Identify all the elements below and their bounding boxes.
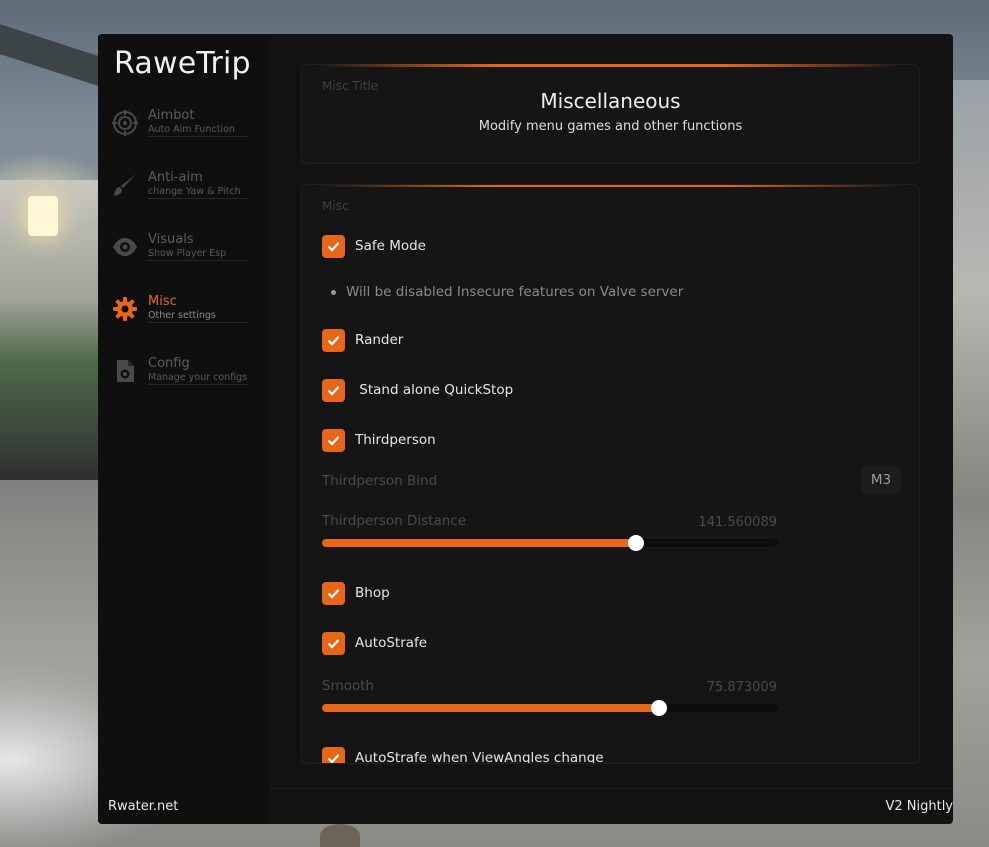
sidebar-item-sublabel: Show Player Esp — [148, 248, 248, 261]
rander-checkbox[interactable] — [322, 329, 345, 352]
thirdperson-bind-button[interactable]: M3 — [861, 466, 901, 494]
sidebar-item-label: Aimbot — [148, 108, 195, 123]
checkmark-icon — [327, 242, 340, 252]
sidebar: RaweTrip Aimbot Auto Aim Function Anti-a… — [98, 34, 270, 824]
menu-window: RaweTrip Aimbot Auto Aim Function Anti-a… — [98, 34, 953, 824]
thirdperson-distance-slider[interactable] — [322, 535, 778, 551]
thirdperson-distance-value: 141.560089 — [698, 515, 777, 530]
checkmark-icon — [327, 336, 340, 346]
sidebar-item-sublabel: Auto Aim Function — [148, 124, 248, 137]
footer-version: V2 Nightly — [885, 799, 953, 814]
slider-fill — [322, 539, 637, 547]
thirdperson-checkbox[interactable] — [322, 429, 345, 452]
slider-fill — [322, 704, 660, 712]
safe-mode-label: Safe Mode — [355, 238, 426, 254]
sidebar-item-aimbot[interactable]: Aimbot Auto Aim Function — [110, 104, 250, 144]
brand-logo: RaweTrip — [114, 46, 251, 81]
smooth-slider[interactable] — [322, 700, 778, 716]
brush-icon — [114, 174, 136, 196]
sidebar-item-visuals[interactable]: Visuals Show Player Esp — [110, 228, 250, 268]
checkmark-icon — [327, 754, 340, 763]
eye-icon — [113, 238, 137, 256]
safe-mode-info: Will be disabled Insecure features on Va… — [346, 284, 684, 300]
quickstop-label: Stand alone QuickStop — [355, 382, 514, 398]
sidebar-item-sublabel: Other settings — [148, 310, 248, 323]
thirdperson-bind-label: Thirdperson Bind — [322, 473, 438, 489]
sidebar-item-label: Config — [148, 356, 190, 371]
bhop-label: Bhop — [355, 585, 390, 601]
bullet-icon — [331, 290, 336, 295]
misc-settings-card: Misc Safe Mode Will be disabled Insecure… — [301, 184, 920, 764]
footer-divider — [270, 788, 953, 789]
quickstop-checkbox[interactable] — [322, 379, 345, 402]
card-accent-bar — [320, 185, 901, 187]
checkmark-icon — [327, 436, 340, 446]
checkmark-icon — [327, 639, 340, 649]
sidebar-item-config[interactable]: Config Manage your configs — [110, 352, 250, 392]
slider-handle[interactable] — [628, 535, 645, 551]
page-subtitle: Modify menu games and other functions — [478, 119, 743, 134]
thirdperson-label: Thirdperson — [355, 432, 436, 448]
sidebar-item-anti-aim[interactable]: Anti-aim change Yaw & Pitch — [110, 166, 250, 206]
autostrafe-viewangles-label: AutoStrafe when ViewAngles change — [355, 750, 604, 764]
safe-mode-checkbox[interactable] — [322, 235, 345, 258]
autostrafe-viewangles-checkbox[interactable] — [322, 747, 345, 763]
autostrafe-checkbox[interactable] — [322, 632, 345, 655]
smooth-label: Smooth — [322, 678, 375, 694]
checkmark-icon — [327, 386, 340, 396]
sidebar-item-label: Visuals — [148, 232, 194, 247]
smooth-value: 75.873009 — [706, 680, 777, 695]
sidebar-item-label: Anti-aim — [148, 170, 203, 185]
thirdperson-distance-label: Thirdperson Distance — [322, 513, 467, 529]
card-accent-bar — [320, 64, 901, 67]
rander-label: Rander — [355, 332, 404, 348]
autostrafe-label: AutoStrafe — [355, 635, 428, 651]
bhop-checkbox[interactable] — [322, 582, 345, 605]
card-label: Misc — [322, 199, 349, 213]
sidebar-item-sublabel: Manage your configs — [148, 372, 248, 385]
sidebar-item-sublabel: change Yaw & Pitch — [148, 186, 248, 199]
checkmark-icon — [327, 589, 340, 599]
sidebar-item-misc[interactable]: Misc Other settings — [110, 290, 250, 330]
crosshair-icon — [112, 110, 138, 136]
misc-title-card: Misc Title Miscellaneous Modify menu gam… — [301, 64, 920, 164]
slider-handle[interactable] — [651, 700, 668, 716]
page-title: Miscellaneous — [540, 89, 681, 113]
gear-icon — [113, 297, 137, 321]
config-file-icon — [117, 360, 134, 382]
footer-site-link[interactable]: Rwater.net — [108, 799, 178, 814]
sidebar-item-label: Misc — [148, 294, 177, 309]
